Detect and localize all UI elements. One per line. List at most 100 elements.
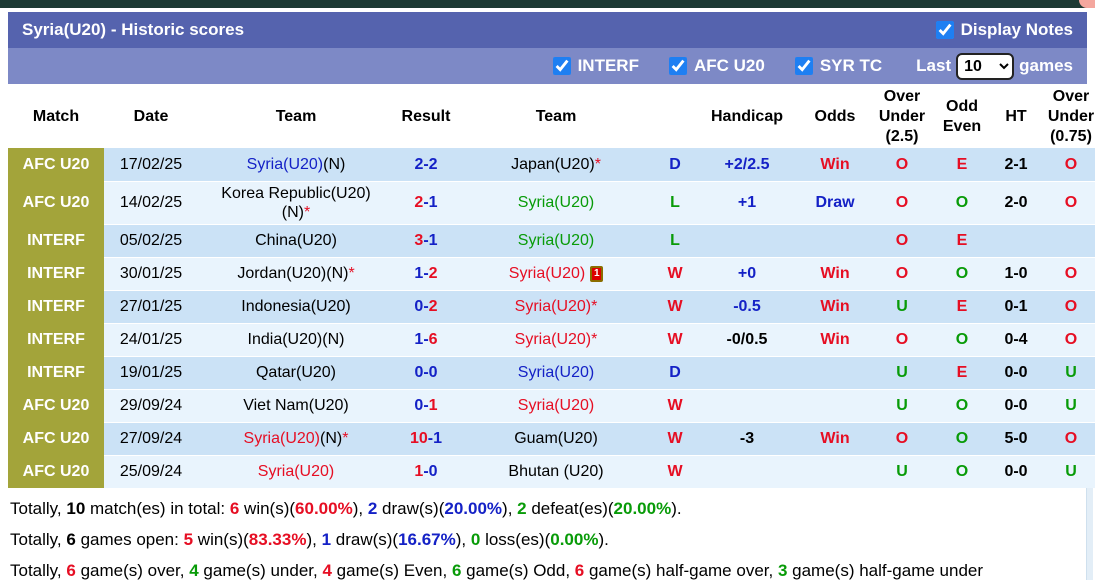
last-games-select[interactable]: 10 (956, 52, 1015, 80)
score-cell: 1-0 (394, 455, 458, 489)
display-notes-toggle[interactable]: Display Notes (935, 20, 1073, 40)
score-cell: 10-1 (394, 422, 458, 456)
display-notes-label: Display Notes (960, 20, 1073, 39)
half-time-score-cell (992, 224, 1040, 258)
odd-even-cell: O (932, 323, 992, 357)
text-segment: 1- (414, 331, 429, 348)
text-segment: 2-1 (1004, 155, 1028, 173)
odd-even-cell: O (932, 455, 992, 489)
scrollbar[interactable] (1086, 488, 1093, 580)
summary-line: Totally, 10 match(es) in total: 6 win(s)… (10, 493, 1087, 524)
text-segment: game(s) over, (75, 560, 190, 580)
text-segment: Syria(U20) (517, 397, 595, 414)
odds-cell (798, 224, 872, 258)
text-segment: ), (455, 529, 471, 549)
half-time-score-cell: 0-1 (992, 290, 1040, 324)
away-team-cell: Syria(U20)* (458, 323, 654, 357)
text-segment: 0-0 (414, 364, 438, 381)
table-row: AFC U20 25/09/24 Syria(U20) 1-0 Bhutan (U20)… (8, 455, 1095, 489)
text-segment: draw(s)( (331, 529, 399, 549)
text-segment: win(s)( (239, 498, 296, 518)
summary-line: Totally, 6 game(s) over, 4 game(s) under… (10, 555, 1087, 586)
handicap-cell: +1 (696, 181, 798, 225)
half-time-score-cell: 1-0 (992, 257, 1040, 291)
text-segment: game(s) half-game under (787, 560, 984, 580)
text-segment: O (955, 265, 969, 282)
text-segment: (N) (320, 430, 343, 447)
text-segment: Win (820, 155, 850, 173)
handicap-cell: -0/0.5 (696, 323, 798, 357)
competition-badge: AFC U20 (8, 181, 104, 224)
column-header-team1: Team (198, 86, 394, 148)
interf-checkbox[interactable] (552, 57, 571, 75)
home-team-cell: Syria(U20)(N)* (198, 422, 394, 456)
half-time-score-cell: 2-1 (992, 148, 1040, 182)
afc-u20-checkbox-group[interactable]: AFC U20 (668, 56, 765, 76)
text-segment: 1-0 (1004, 265, 1028, 282)
column-header-oddeven: Odd Even (932, 86, 992, 148)
date-cell: 30/01/25 (104, 257, 198, 291)
text-segment: 2 (428, 298, 438, 315)
text-segment: Syria(U20) (257, 463, 335, 480)
text-segment: U (1065, 463, 1077, 480)
score-cell: 2-2 (394, 148, 458, 182)
column-header-team2: Team (458, 86, 654, 148)
syr-tc-checkbox-group[interactable]: SYR TC (794, 56, 882, 76)
over-under-25-cell: U (872, 389, 932, 423)
text-segment: U (896, 397, 908, 414)
odd-even-cell: E (932, 148, 992, 182)
text-segment: 3 (414, 232, 424, 249)
text-segment: 6 (66, 560, 76, 580)
competition-badge: AFC U20 (8, 148, 104, 181)
odd-even-cell: O (932, 257, 992, 291)
text-segment: 10 (409, 430, 428, 447)
odds-cell (798, 356, 872, 390)
text-segment: +1 (737, 194, 757, 211)
wdl-cell: W (654, 455, 696, 489)
text-segment: 6 (66, 529, 76, 549)
over-under-075-cell: O (1040, 422, 1095, 456)
interf-checkbox-group[interactable]: INTERF (552, 56, 639, 76)
odd-even-cell: O (932, 422, 992, 456)
over-under-075-cell: O (1040, 323, 1095, 357)
over-under-25-cell: O (872, 323, 932, 357)
text-segment: 83.33% (248, 529, 307, 549)
handicap-cell (696, 356, 798, 390)
last-label: Last (916, 56, 952, 75)
interf-label: INTERF (577, 56, 639, 75)
text-segment: Win (820, 298, 850, 315)
text-segment: ), (352, 498, 368, 518)
text-segment: Indonesia(U20) (241, 298, 351, 315)
away-team-cell: Syria(U20) (458, 389, 654, 423)
text-segment: 6 (451, 560, 462, 580)
afc-u20-checkbox[interactable] (668, 57, 687, 75)
summary-section: Totally, 10 match(es) in total: 6 win(s)… (8, 488, 1087, 586)
text-segment: 20.00% (444, 498, 503, 518)
handicap-cell (696, 224, 798, 258)
text-segment: 0- (414, 298, 429, 315)
display-notes-checkbox[interactable] (935, 21, 954, 39)
text-segment: U (1065, 397, 1077, 414)
over-under-075-cell: O (1040, 290, 1095, 324)
text-segment: Bhutan (U20) (508, 463, 604, 480)
home-team-cell: Qatar(U20) (198, 356, 394, 390)
text-segment: 2 (367, 498, 378, 518)
top-strip (0, 0, 1095, 8)
text-segment: Totally, (10, 529, 67, 549)
column-header-date: Date (104, 86, 198, 148)
half-time-score-cell: 5-0 (992, 422, 1040, 456)
odds-cell: Win (798, 257, 872, 291)
text-segment: Qatar(U20) (255, 364, 337, 381)
text-segment: O (895, 194, 909, 211)
over-under-25-cell: O (872, 148, 932, 182)
date-cell: 27/01/25 (104, 290, 198, 324)
text-segment: 2-2 (414, 155, 438, 173)
syr-tc-checkbox[interactable] (794, 57, 813, 75)
text-segment: W (667, 463, 683, 480)
text-segment: 1 (428, 397, 438, 414)
text-segment: Syria(U20)* (514, 331, 598, 348)
text-segment: U (1065, 364, 1077, 381)
text-segment: W (667, 397, 683, 414)
page-title: Syria(U20) - Historic scores (22, 20, 245, 39)
wdl-cell: W (654, 389, 696, 423)
